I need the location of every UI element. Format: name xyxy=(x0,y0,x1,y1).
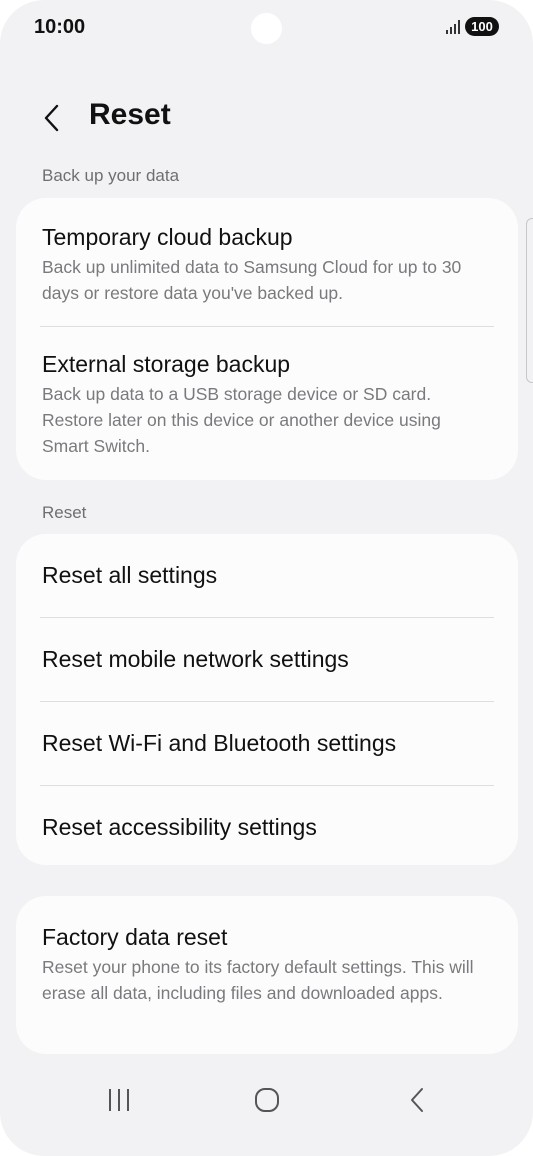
item-title: Temporary cloud backup xyxy=(42,224,293,250)
signal-icon xyxy=(446,20,460,34)
header: Reset xyxy=(0,92,533,144)
list-item-reset-wifi-bluetooth-settings[interactable]: Reset Wi-Fi and Bluetooth settings xyxy=(16,702,518,785)
home-button[interactable] xyxy=(237,1078,297,1122)
recent-apps-icon xyxy=(109,1089,129,1111)
status-bar: 10:00 100 xyxy=(0,0,533,56)
item-description: Back up unlimited data to Samsung Cloud … xyxy=(42,257,462,303)
camera-cutout xyxy=(251,13,282,44)
list-item-external-storage-backup[interactable]: External storage backup Back up data to … xyxy=(16,327,518,480)
list-item-reset-accessibility-settings[interactable]: Reset accessibility settings xyxy=(16,786,518,865)
factory-reset-card: Factory data reset Reset your phone to i… xyxy=(16,896,518,1054)
item-title: External storage backup xyxy=(42,351,291,377)
backup-card: Temporary cloud backup Back up unlimited… xyxy=(16,198,518,480)
item-description: Back up data to a USB storage device or … xyxy=(42,384,441,456)
reset-card: Reset all settings Reset mobile network … xyxy=(16,534,518,865)
item-title: Factory data reset xyxy=(42,924,228,950)
back-button[interactable] xyxy=(30,96,74,140)
scroll-indicator[interactable] xyxy=(526,218,533,383)
battery-icon: 100 xyxy=(465,17,499,36)
status-time: 10:00 xyxy=(34,16,86,38)
chevron-left-icon xyxy=(44,104,59,132)
home-icon xyxy=(255,1088,279,1112)
back-icon xyxy=(411,1088,423,1112)
section-label-reset: Reset xyxy=(42,503,87,522)
list-item-reset-mobile-network-settings[interactable]: Reset mobile network settings xyxy=(16,618,518,701)
phone-screen: 10:00 100 Reset Back up your data Tempor… xyxy=(0,0,533,1156)
nav-back-button[interactable] xyxy=(387,1078,447,1122)
page-title: Reset xyxy=(89,98,171,131)
list-item-factory-data-reset[interactable]: Factory data reset Reset your phone to i… xyxy=(16,896,518,1054)
section-label-backup: Back up your data xyxy=(42,166,180,185)
navigation-bar xyxy=(0,1056,533,1156)
list-item-temporary-cloud-backup[interactable]: Temporary cloud backup Back up unlimited… xyxy=(16,198,518,326)
item-description: Reset your phone to its factory default … xyxy=(42,957,474,1003)
list-item-reset-all-settings[interactable]: Reset all settings xyxy=(16,534,518,617)
recent-apps-button[interactable] xyxy=(89,1078,149,1122)
